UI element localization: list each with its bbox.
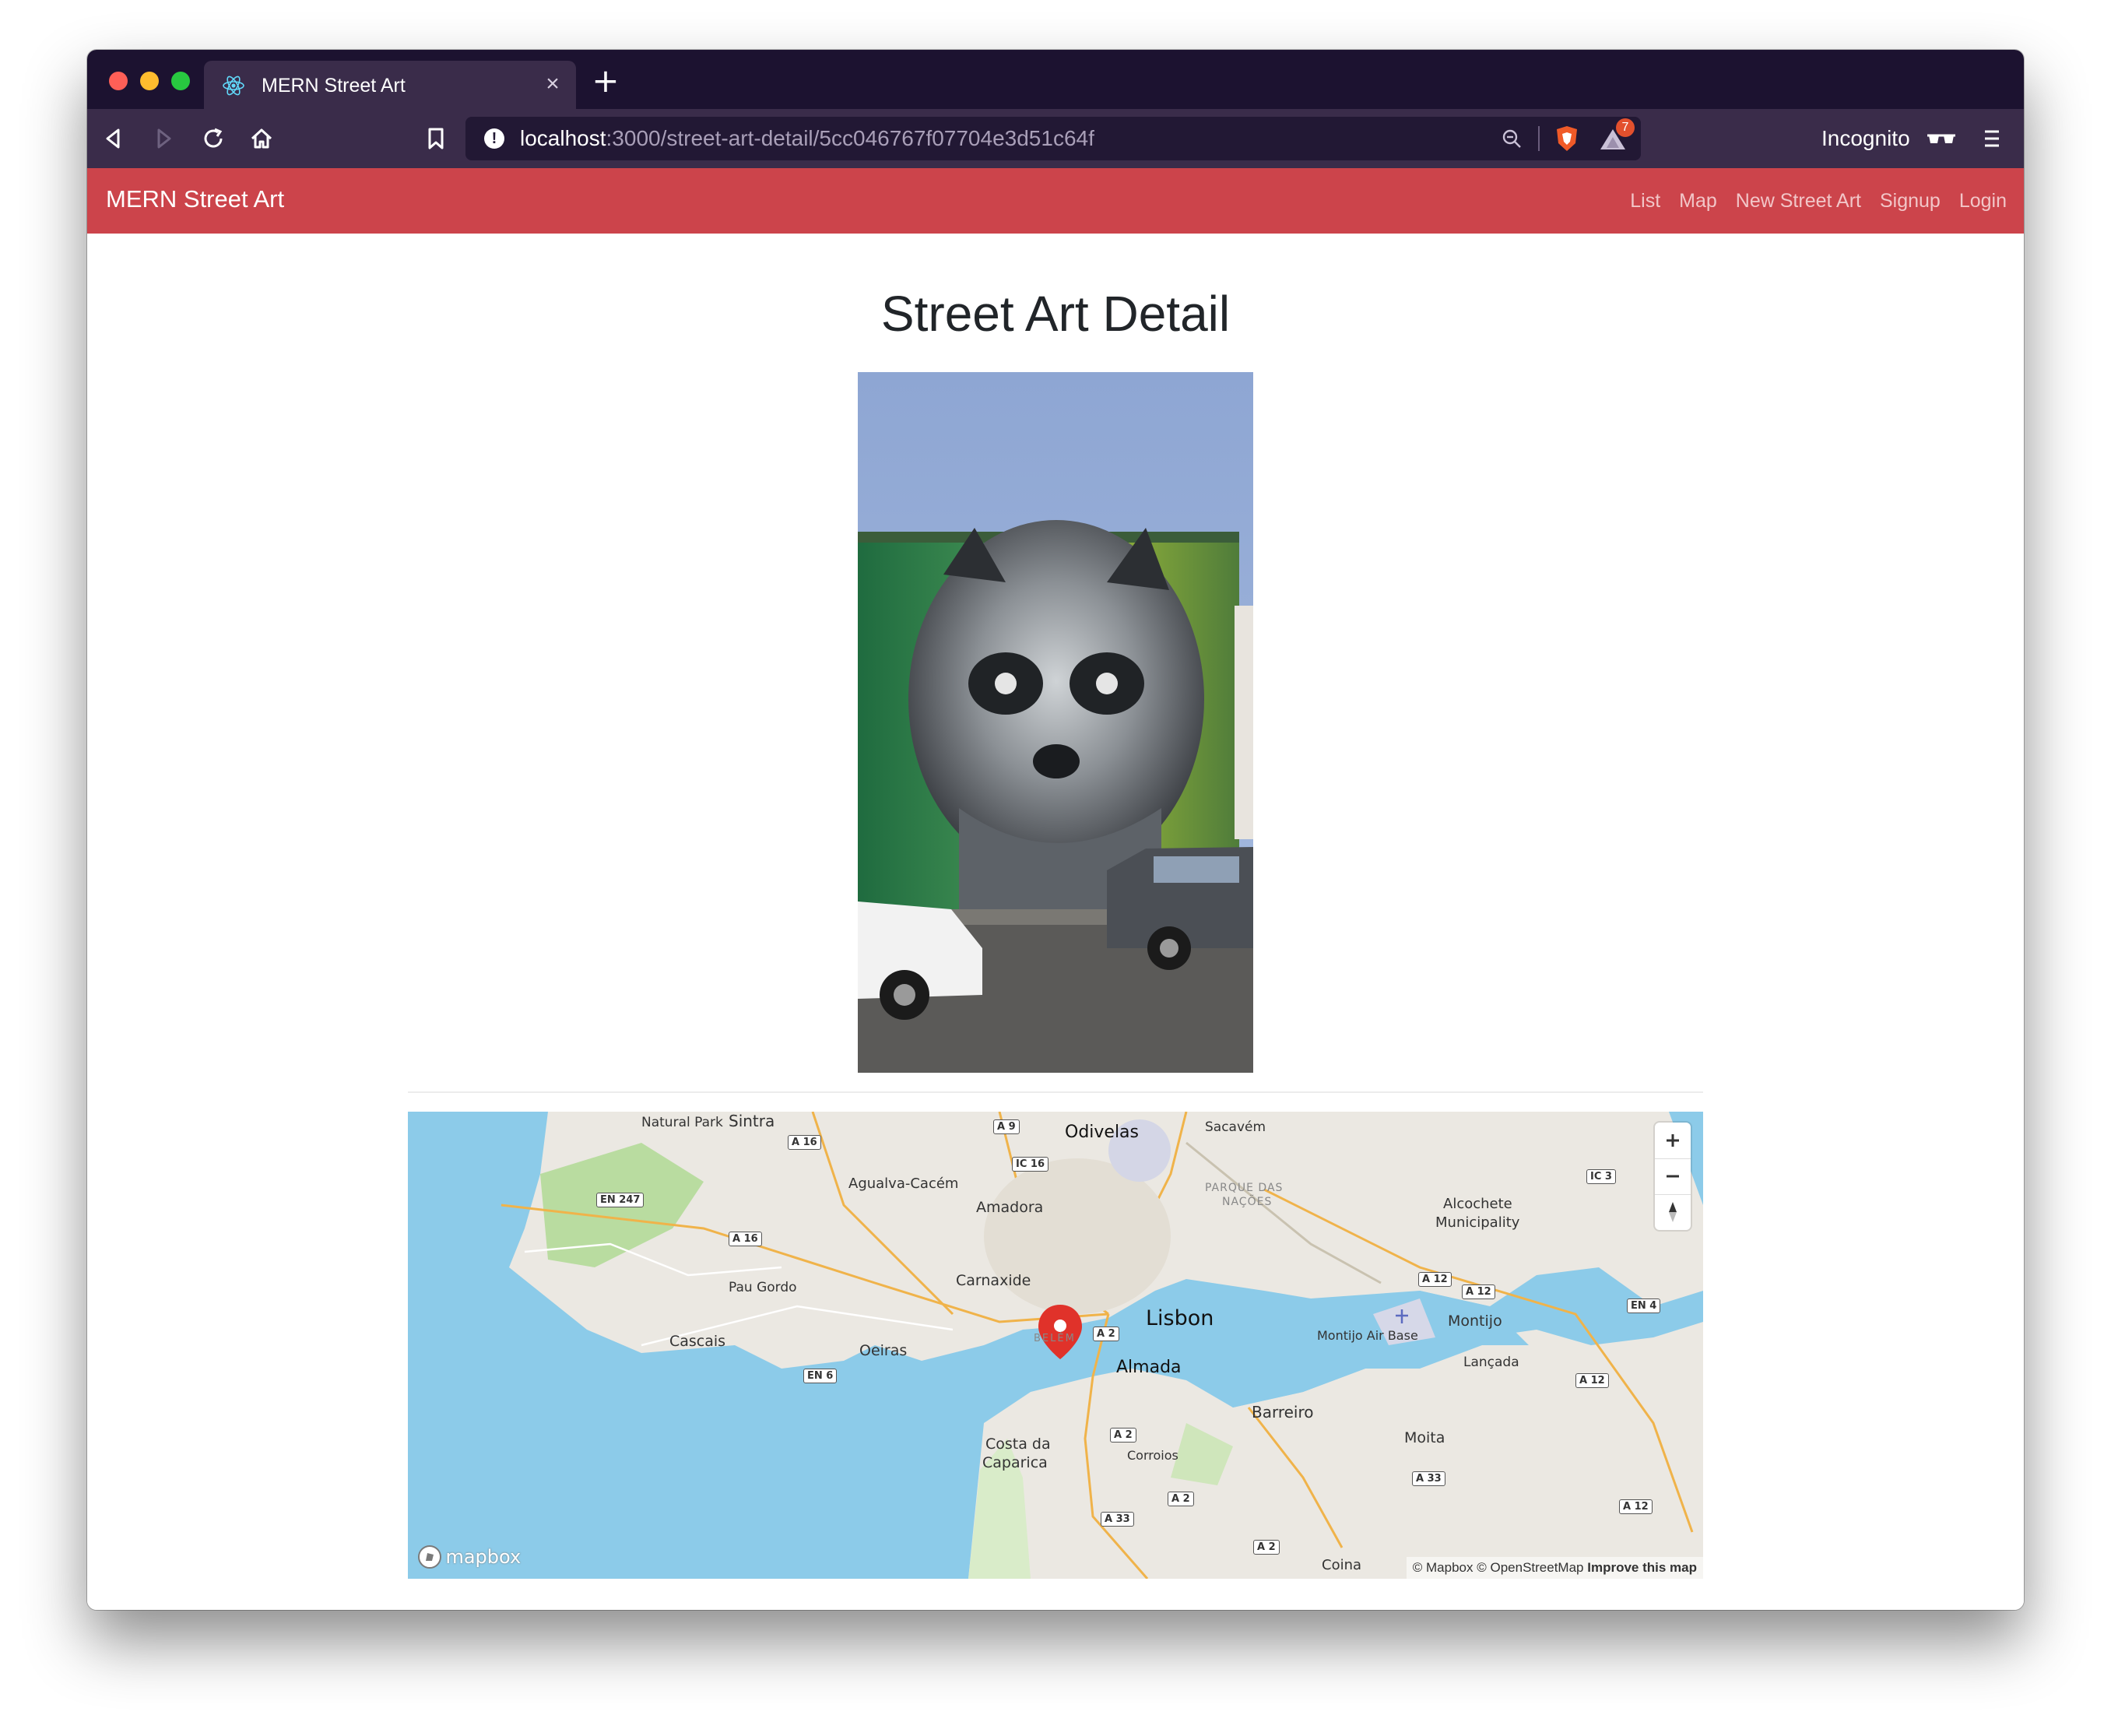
map-label-pau-gordo: Pau Gordo (729, 1280, 797, 1295)
road-shield: A 2 (1110, 1428, 1136, 1443)
map-label-odivelas: Odivelas (1065, 1123, 1140, 1142)
zoom-out-button[interactable] (1655, 1158, 1691, 1194)
map-attribution: © Mapbox © OpenStreetMap Improve this ma… (1406, 1557, 1703, 1579)
map-label-sintra: Sintra (729, 1112, 775, 1130)
page-content: Street Art Detail Natural Park Sintra Od… (87, 234, 2024, 1610)
zoom-in-button[interactable] (1655, 1123, 1691, 1158)
map-label-sacavem: Sacavém (1205, 1119, 1266, 1135)
road-shield: EN 247 (596, 1193, 645, 1207)
map-label-alcochete-1: Alcochete (1443, 1196, 1512, 1212)
page-title: Street Art Detail (880, 286, 1231, 342)
road-shield: A 33 (1412, 1471, 1445, 1486)
road-shield: A 9 (993, 1119, 1020, 1134)
map-label-agualva: Agualva-Cacém (848, 1175, 959, 1192)
map-label-corroios: Corroios (1127, 1448, 1178, 1463)
tab-title: MERN Street Art (262, 75, 406, 97)
browser-window: MERN Street Art × + ! localhost:3000/str… (87, 50, 2024, 1610)
close-tab-icon[interactable]: × (540, 72, 565, 97)
road-shield: A 2 (1093, 1327, 1119, 1341)
road-shield: A 16 (729, 1232, 762, 1246)
attribution-osm-link[interactable]: © OpenStreetMap (1477, 1560, 1583, 1575)
navbar-brand[interactable]: MERN Street Art (106, 185, 284, 213)
road-shield: IC 16 (1012, 1157, 1048, 1172)
map-label-cascais: Cascais (669, 1333, 726, 1350)
nav-link-map[interactable]: Map (1679, 190, 1717, 213)
map-label-alcochete-2: Municipality (1435, 1214, 1520, 1231)
tab-strip: MERN Street Art × + (87, 50, 2024, 109)
zoom-icon[interactable] (1501, 128, 1523, 149)
nav-link-signup[interactable]: Signup (1880, 190, 1941, 213)
home-icon[interactable] (246, 123, 277, 154)
compass-icon[interactable] (1655, 1194, 1691, 1230)
maximize-window-button[interactable] (171, 72, 190, 90)
map-label-amadora: Amadora (976, 1199, 1044, 1216)
mapbox-logo[interactable]: mapbox (417, 1544, 521, 1571)
map-label-natural-park: Natural Park (641, 1115, 723, 1130)
divider (408, 1091, 1703, 1093)
map-label-costa-caparica-2: Caparica (982, 1454, 1048, 1471)
street-art-photo (858, 372, 1253, 1073)
map-label-coina: Coina (1322, 1557, 1362, 1573)
brave-shield-icon[interactable] (1554, 125, 1580, 153)
road-shield: A 12 (1619, 1499, 1653, 1514)
site-info-icon[interactable]: ! (484, 128, 504, 149)
road-shield: A 12 (1575, 1373, 1609, 1388)
map-label-parque-nacoes-2: NAÇÕES (1222, 1196, 1273, 1208)
map-label-oeiras: Oeiras (859, 1342, 908, 1359)
menu-icon[interactable] (1980, 125, 2004, 153)
map-label-barreiro: Barreiro (1252, 1403, 1314, 1421)
app-navbar: MERN Street Art List Map New Street Art … (87, 168, 2024, 234)
tab-mern-street-art[interactable]: MERN Street Art × (204, 61, 576, 109)
map-label-carnaxide: Carnaxide (956, 1272, 1031, 1289)
road-shield: EN 6 (803, 1369, 838, 1383)
map-label-moita: Moita (1404, 1429, 1445, 1446)
navbar-links: List Map New Street Art Signup Login (1611, 190, 2007, 213)
road-shield: IC 3 (1586, 1169, 1616, 1184)
new-tab-button[interactable]: + (590, 65, 621, 97)
nav-link-new-street-art[interactable]: New Street Art (1736, 190, 1861, 213)
forward-icon[interactable] (148, 123, 179, 154)
road-shield: A 33 (1101, 1512, 1134, 1527)
incognito-glasses-icon (1927, 134, 1955, 143)
map[interactable]: Natural Park Sintra Odivelas Sacavém Agu… (408, 1112, 1703, 1579)
reload-icon[interactable] (198, 123, 229, 154)
road-shield: A 12 (1418, 1272, 1452, 1287)
road-shield: A 2 (1253, 1540, 1280, 1555)
mapbox-logo-text: mapbox (445, 1546, 522, 1568)
map-navigation-control (1655, 1123, 1691, 1230)
bookmark-icon[interactable] (420, 123, 451, 154)
map-label-lisbon: Lisbon (1146, 1306, 1214, 1330)
map-label-montijo: Montijo (1448, 1313, 1502, 1330)
map-label-montijo-air-base: Montijo Air Base (1317, 1328, 1418, 1343)
rewards-badge: 7 (1616, 118, 1635, 137)
back-icon[interactable] (98, 123, 129, 154)
url-text[interactable]: localhost:3000/street-art-detail/5cc0467… (520, 126, 1094, 151)
map-label-belem: BELÉM (1034, 1333, 1076, 1344)
road-shield: A 12 (1462, 1284, 1495, 1299)
mapbox-logo-icon (418, 1545, 441, 1569)
incognito-label: Incognito (1821, 126, 1910, 150)
map-label-parque-nacoes-1: PARQUE DAS (1205, 1182, 1284, 1194)
map-label-almada: Almada (1116, 1358, 1182, 1377)
minimize-window-button[interactable] (140, 72, 159, 90)
improve-map-link[interactable]: Improve this map (1587, 1560, 1697, 1575)
road-shield: EN 4 (1627, 1298, 1661, 1313)
react-icon (223, 76, 244, 96)
nav-link-login[interactable]: Login (1959, 190, 2007, 213)
road-shield: A 16 (788, 1135, 821, 1150)
browser-toolbar: ! localhost:3000/street-art-detail/5cc04… (87, 109, 2024, 168)
attribution-mapbox-link[interactable]: © Mapbox (1413, 1560, 1473, 1575)
map-tiles (501, 1112, 1703, 1579)
map-label-costa-caparica-1: Costa da (985, 1436, 1051, 1453)
url-separator (1538, 126, 1540, 151)
road-shield: A 2 (1168, 1492, 1194, 1506)
address-bar[interactable]: ! localhost:3000/street-art-detail/5cc04… (465, 117, 1641, 160)
nav-link-list[interactable]: List (1630, 190, 1660, 213)
close-window-button[interactable] (109, 72, 128, 90)
map-label-lancada: Lançada (1463, 1355, 1519, 1370)
